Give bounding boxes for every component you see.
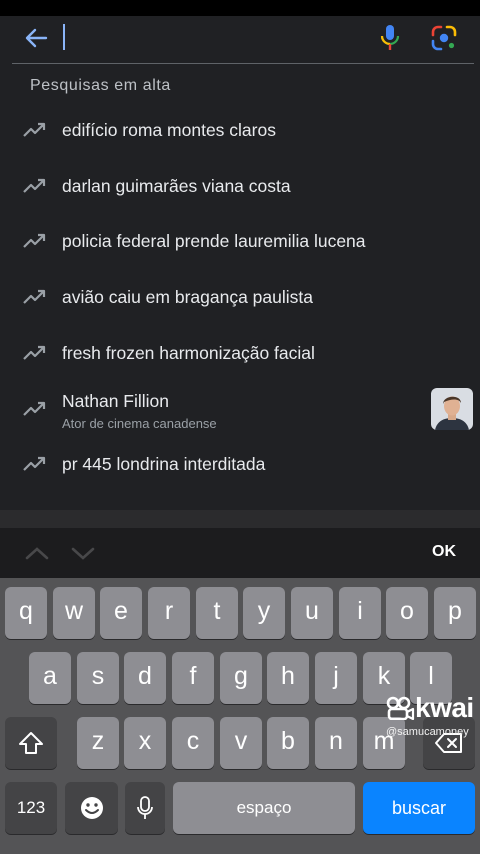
suggestion-item[interactable]: fresh frozen harmonização facial	[0, 328, 480, 380]
key-x[interactable]: x	[124, 717, 166, 769]
suggestion-text: pr 445 londrina interditada	[62, 454, 266, 474]
key-m[interactable]: m	[363, 717, 405, 769]
key-e[interactable]: e	[100, 587, 142, 639]
back-arrow-icon[interactable]	[22, 24, 50, 52]
key-o[interactable]: o	[386, 587, 428, 639]
suggestion-text: policia federal prende lauremilia lucena	[62, 231, 366, 251]
trending-icon	[22, 176, 48, 196]
trending-icon	[22, 454, 48, 474]
suggestion-item[interactable]: policia federal prende lauremilia lucena	[0, 216, 480, 268]
trending-icon	[22, 287, 48, 307]
key-b[interactable]: b	[267, 717, 309, 769]
key-i[interactable]: i	[339, 587, 381, 639]
google-lens-icon[interactable]	[430, 24, 458, 52]
key-y[interactable]: y	[243, 587, 285, 639]
top-status-band	[0, 0, 480, 16]
suggestion-title: Nathan Fillion	[62, 391, 169, 411]
kwai-logo-icon	[386, 696, 416, 721]
numbers-key[interactable]: 123	[5, 782, 57, 834]
key-z[interactable]: z	[77, 717, 119, 769]
dictation-key[interactable]	[125, 782, 165, 834]
suggestion-subtitle: Ator de cinema canadense	[62, 416, 217, 431]
trending-icon	[22, 399, 48, 419]
key-r[interactable]: r	[148, 587, 190, 639]
trending-icon	[22, 231, 48, 251]
suggestion-text: darlan guimarães viana costa	[62, 176, 291, 196]
suggestion-item-entity[interactable]: Nathan Fillion Ator de cinema canadense	[0, 384, 480, 436]
key-j[interactable]: j	[315, 652, 357, 704]
trending-icon	[22, 343, 48, 363]
space-key[interactable]: espaço	[173, 782, 355, 834]
suggestion-item[interactable]: avião caiu em bragança paulista	[0, 272, 480, 324]
trending-icon	[22, 120, 48, 140]
emoji-key[interactable]	[65, 782, 118, 834]
keyboard-accessory-bar: OK	[0, 528, 480, 578]
key-s[interactable]: s	[77, 652, 119, 704]
dictation-mic-icon	[137, 796, 153, 819]
key-c[interactable]: c	[172, 717, 214, 769]
emoji-icon	[80, 797, 103, 819]
chevron-up-icon[interactable]	[24, 542, 50, 564]
suggestion-item[interactable]: pr 445 londrina interditada	[0, 439, 480, 491]
search-go-key[interactable]: buscar	[363, 782, 475, 834]
suggestion-text: fresh frozen harmonização facial	[62, 343, 315, 363]
key-f[interactable]: f	[172, 652, 214, 704]
watermark-handle: @samucamoney	[386, 726, 469, 738]
shift-icon	[19, 732, 43, 754]
panel-gap	[0, 510, 480, 528]
suggestion-text: edifício roma montes claros	[62, 120, 276, 140]
backspace-key[interactable]	[423, 717, 475, 769]
ok-button[interactable]: OK	[432, 543, 456, 561]
key-n[interactable]: n	[315, 717, 357, 769]
watermark-brand: kwai	[415, 692, 474, 723]
suggestion-text: avião caiu em bragança paulista	[62, 287, 313, 307]
key-v[interactable]: v	[220, 717, 262, 769]
search-input[interactable]	[63, 24, 65, 50]
key-g[interactable]: g	[220, 652, 262, 704]
shift-key[interactable]	[5, 717, 57, 769]
key-u[interactable]: u	[291, 587, 333, 639]
key-h[interactable]: h	[267, 652, 309, 704]
search-bar	[12, 16, 474, 64]
key-d[interactable]: d	[124, 652, 166, 704]
microphone-icon[interactable]	[378, 23, 402, 53]
suggestion-item[interactable]: darlan guimarães viana costa	[0, 161, 480, 213]
chevron-down-icon[interactable]	[70, 542, 96, 564]
key-p[interactable]: p	[434, 587, 476, 639]
person-thumbnail	[431, 388, 473, 430]
section-title: Pesquisas em alta	[30, 77, 171, 94]
key-a[interactable]: a	[29, 652, 71, 704]
suggestion-item[interactable]: edifício roma montes claros	[0, 105, 480, 157]
key-q[interactable]: q	[5, 587, 47, 639]
key-w[interactable]: w	[53, 587, 95, 639]
key-t[interactable]: t	[196, 587, 238, 639]
